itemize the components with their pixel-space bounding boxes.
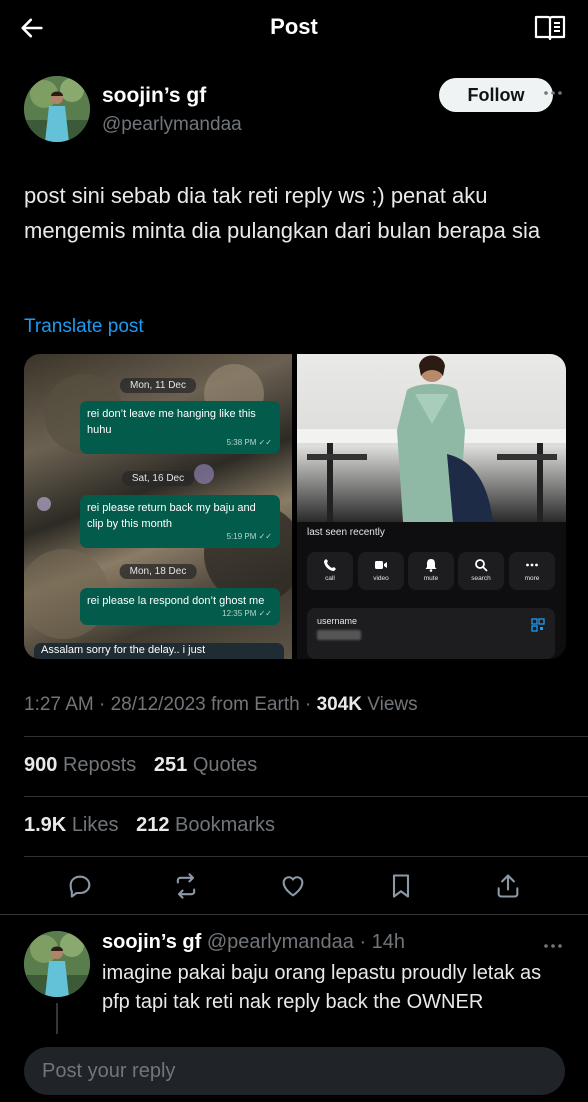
quotes-count: 251 xyxy=(153,754,188,776)
likes-count: 1.9K xyxy=(24,814,67,836)
post-time: 1:27 AM xyxy=(24,694,94,715)
page-title: Post xyxy=(270,14,318,39)
post-author: soojin’s gf @pearlymandaa Follow xyxy=(24,76,564,146)
top-bar: Post xyxy=(0,0,588,56)
username-card: username xyxy=(307,608,555,659)
divider xyxy=(24,736,588,737)
chat-bubble: rei please la respond don’t ghost me 12:… xyxy=(80,588,280,625)
qr-code-icon xyxy=(531,618,545,632)
divider xyxy=(24,856,588,857)
reply-author-name[interactable]: soojin’s gf xyxy=(102,931,201,953)
search-icon xyxy=(475,559,488,572)
post-media[interactable]: Mon, 11 Dec rei don’t leave me hanging l… xyxy=(24,354,566,659)
likes-label: Likes xyxy=(71,814,119,836)
like-bookmark-stats: 1.9K Likes 212 Bookmarks xyxy=(24,814,275,837)
reader-mode-icon[interactable] xyxy=(534,14,566,42)
post-source: from Earth xyxy=(210,694,300,715)
last-seen-status: last seen recently xyxy=(307,527,385,538)
chat-incoming-message: Assalam sorry for the delay.. i just xyxy=(34,643,284,659)
translate-post-link[interactable]: Translate post xyxy=(24,316,144,338)
post-text: post sini sebab dia tak reti reply ws ;)… xyxy=(24,183,541,243)
bookmarks-stat[interactable]: 212 Bookmarks xyxy=(136,814,275,836)
quotes-stat[interactable]: 251 Quotes xyxy=(154,754,257,776)
more-options-icon[interactable] xyxy=(542,939,564,953)
reply-icon[interactable] xyxy=(66,872,94,900)
views-count: 304K xyxy=(316,694,362,715)
author-handle[interactable]: @pearlymandaa xyxy=(102,114,242,136)
profile-photo xyxy=(297,354,566,522)
video-camera-icon xyxy=(375,561,387,569)
more-action: more xyxy=(509,552,555,590)
share-icon[interactable] xyxy=(494,872,522,900)
chat-time: 5:19 PM ✓✓ xyxy=(226,532,272,541)
reply-author-handle[interactable]: @pearlymandaa xyxy=(207,931,354,953)
repost-icon[interactable] xyxy=(172,872,200,900)
bookmarks-label: Bookmarks xyxy=(175,814,276,836)
bell-icon xyxy=(425,559,437,572)
chat-date-label: Sat, 16 Dec xyxy=(121,471,195,486)
chat-date-label: Mon, 11 Dec xyxy=(120,378,196,393)
reposts-label: Reposts xyxy=(62,754,137,776)
meta-separator: · xyxy=(99,694,111,715)
chat-time: 5:38 PM ✓✓ xyxy=(226,438,272,447)
mute-action: mute xyxy=(408,552,454,590)
quotes-label: Quotes xyxy=(192,754,258,776)
divider xyxy=(0,914,588,915)
action-label: search xyxy=(471,575,491,582)
reply-text: imagine pakai baju orang lepastu proudly… xyxy=(102,962,542,1013)
chat-bubble: rei please return back my baju and clip … xyxy=(80,495,280,548)
post-actions xyxy=(0,866,588,906)
divider xyxy=(24,796,588,797)
author-name[interactable]: soojin’s gf xyxy=(102,84,206,108)
reply-header: soojin’s gf @pearlymandaa · 14h xyxy=(102,931,405,954)
chat-time: 12:35 PM ✓✓ xyxy=(222,609,272,618)
avatar[interactable] xyxy=(24,76,90,142)
like-heart-icon[interactable] xyxy=(279,872,307,900)
reply-time: 14h xyxy=(371,931,406,953)
chat-screenshot-image[interactable]: Mon, 11 Dec rei don’t leave me hanging l… xyxy=(24,354,292,659)
action-label: video xyxy=(373,575,389,582)
reply-tweet[interactable]: soojin’s gf @pearlymandaa · 14h imagine … xyxy=(24,931,569,1043)
search-action: search xyxy=(458,552,504,590)
reposts-count: 900 xyxy=(24,754,58,776)
profile-screenshot-image[interactable]: last seen recently call video mute searc… xyxy=(297,354,566,659)
redacted-username xyxy=(317,630,361,640)
reposts-stat[interactable]: 900 Reposts xyxy=(24,754,136,776)
reply-composer-bar xyxy=(0,1034,588,1102)
post-metadata: 1:27 AM · 28/12/2023 from Earth · 304K V… xyxy=(24,694,418,716)
action-label: more xyxy=(524,575,540,582)
bookmarks-count: 212 xyxy=(136,814,170,836)
call-action: call xyxy=(307,552,353,590)
username-label: username xyxy=(317,616,358,626)
avatar[interactable] xyxy=(24,931,90,997)
chat-bubble: rei don’t leave me hanging like this huh… xyxy=(80,401,280,454)
ellipsis-icon xyxy=(526,563,538,567)
chat-message: rei don’t leave me hanging like this huh… xyxy=(87,408,256,436)
meta-separator: · xyxy=(304,694,317,715)
more-options-icon[interactable] xyxy=(542,86,564,100)
bookmark-icon[interactable] xyxy=(387,872,415,900)
chat-message: rei please return back my baju and clip … xyxy=(87,502,256,530)
action-label: call xyxy=(325,575,335,582)
likes-stat[interactable]: 1.9K Likes xyxy=(24,814,119,836)
meta-separator: · xyxy=(353,931,372,953)
views-label: Views xyxy=(367,694,418,715)
post-date: 28/12/2023 xyxy=(110,694,206,715)
reply-input[interactable] xyxy=(24,1047,565,1095)
action-label: mute xyxy=(423,575,439,582)
video-action: video xyxy=(358,552,404,590)
phone-icon xyxy=(324,559,336,571)
repost-quote-stats: 900 Reposts 251 Quotes xyxy=(24,754,257,777)
follow-button[interactable]: Follow xyxy=(439,78,553,112)
chat-date-label: Mon, 18 Dec xyxy=(119,564,197,579)
